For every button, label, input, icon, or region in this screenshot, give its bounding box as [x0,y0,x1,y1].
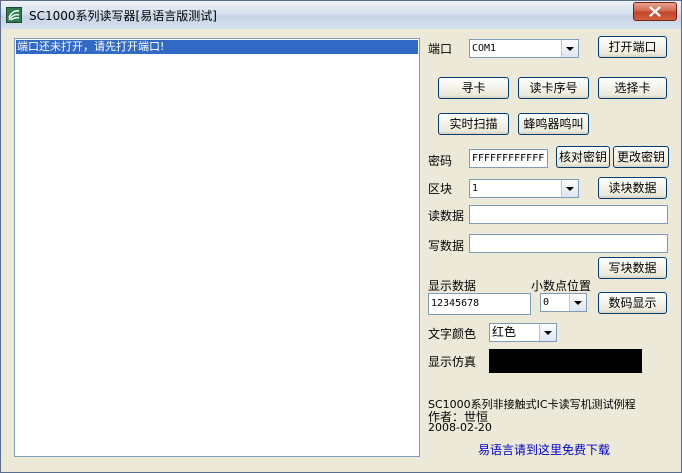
decimal-position-select[interactable]: 0 [540,293,587,312]
close-icon [649,6,661,17]
close-button[interactable] [633,2,677,21]
block-value: 1 [472,183,479,194]
buzzer-button[interactable]: 蜂鸣器鸣叫 [518,113,589,135]
simulation-label: 显示仿真 [428,355,477,369]
display-data-field[interactable]: 12345678 [428,293,531,315]
app-window: SC1000系列读写器[易语言版测试] 端口还未打开，请先打开端口! 端口 CO… [0,0,682,473]
verify-key-button[interactable]: 核对密钥 [556,146,610,168]
read-block-button[interactable]: 读块数据 [598,177,667,199]
chevron-down-icon[interactable] [561,40,578,57]
read-data-label: 读数据 [428,209,465,223]
text-color-label: 文字颜色 [428,327,477,341]
open-port-button[interactable]: 打开端口 [598,36,667,58]
digital-display-button[interactable]: 数码显示 [598,292,667,314]
write-data-label: 写数据 [428,239,465,253]
chevron-down-icon[interactable] [569,294,586,311]
chevron-down-icon[interactable] [539,324,556,341]
change-key-button[interactable]: 更改密钥 [613,146,669,168]
realtime-scan-button[interactable]: 实时扫描 [438,113,509,135]
app-icon [6,7,22,23]
chevron-down-icon[interactable] [561,180,578,197]
log-message[interactable]: 端口还未打开，请先打开端口! [16,40,418,54]
download-link[interactable]: 易语言请到这里免费下载 [478,441,610,458]
port-label: 端口 [428,42,453,56]
title-bar[interactable]: SC1000系列读写器[易语言版测试] [1,1,681,29]
log-listbox[interactable]: 端口还未打开，请先打开端口! [14,38,420,457]
write-data-field[interactable] [469,234,668,253]
display-data-label: 显示数据 [428,279,477,293]
password-field[interactable]: FFFFFFFFFFFF [469,149,548,168]
read-serial-button[interactable]: 读卡序号 [518,77,589,99]
client-area: 端口还未打开，请先打开端口! 端口 COM1 打开端口 寻卡 读卡序号 选择卡 … [5,31,678,468]
led-simulation-display [489,349,642,373]
block-label: 区块 [428,182,453,196]
decimal-position-value: 0 [543,297,550,308]
text-color-select[interactable]: 红色 [489,323,557,342]
password-label: 密码 [428,154,453,168]
port-value: COM1 [472,43,497,54]
select-card-button[interactable]: 选择卡 [598,77,667,99]
write-block-button[interactable]: 写块数据 [598,257,667,279]
window-title: SC1000系列读写器[易语言版测试] [29,9,217,23]
footer-date: 2008-02-20 [428,421,492,434]
port-select[interactable]: COM1 [469,39,579,58]
block-select[interactable]: 1 [469,179,579,198]
read-data-field[interactable] [469,205,668,224]
decimal-position-label: 小数点位置 [531,279,592,293]
find-card-button[interactable]: 寻卡 [438,77,509,99]
text-color-value: 红色 [492,325,517,339]
